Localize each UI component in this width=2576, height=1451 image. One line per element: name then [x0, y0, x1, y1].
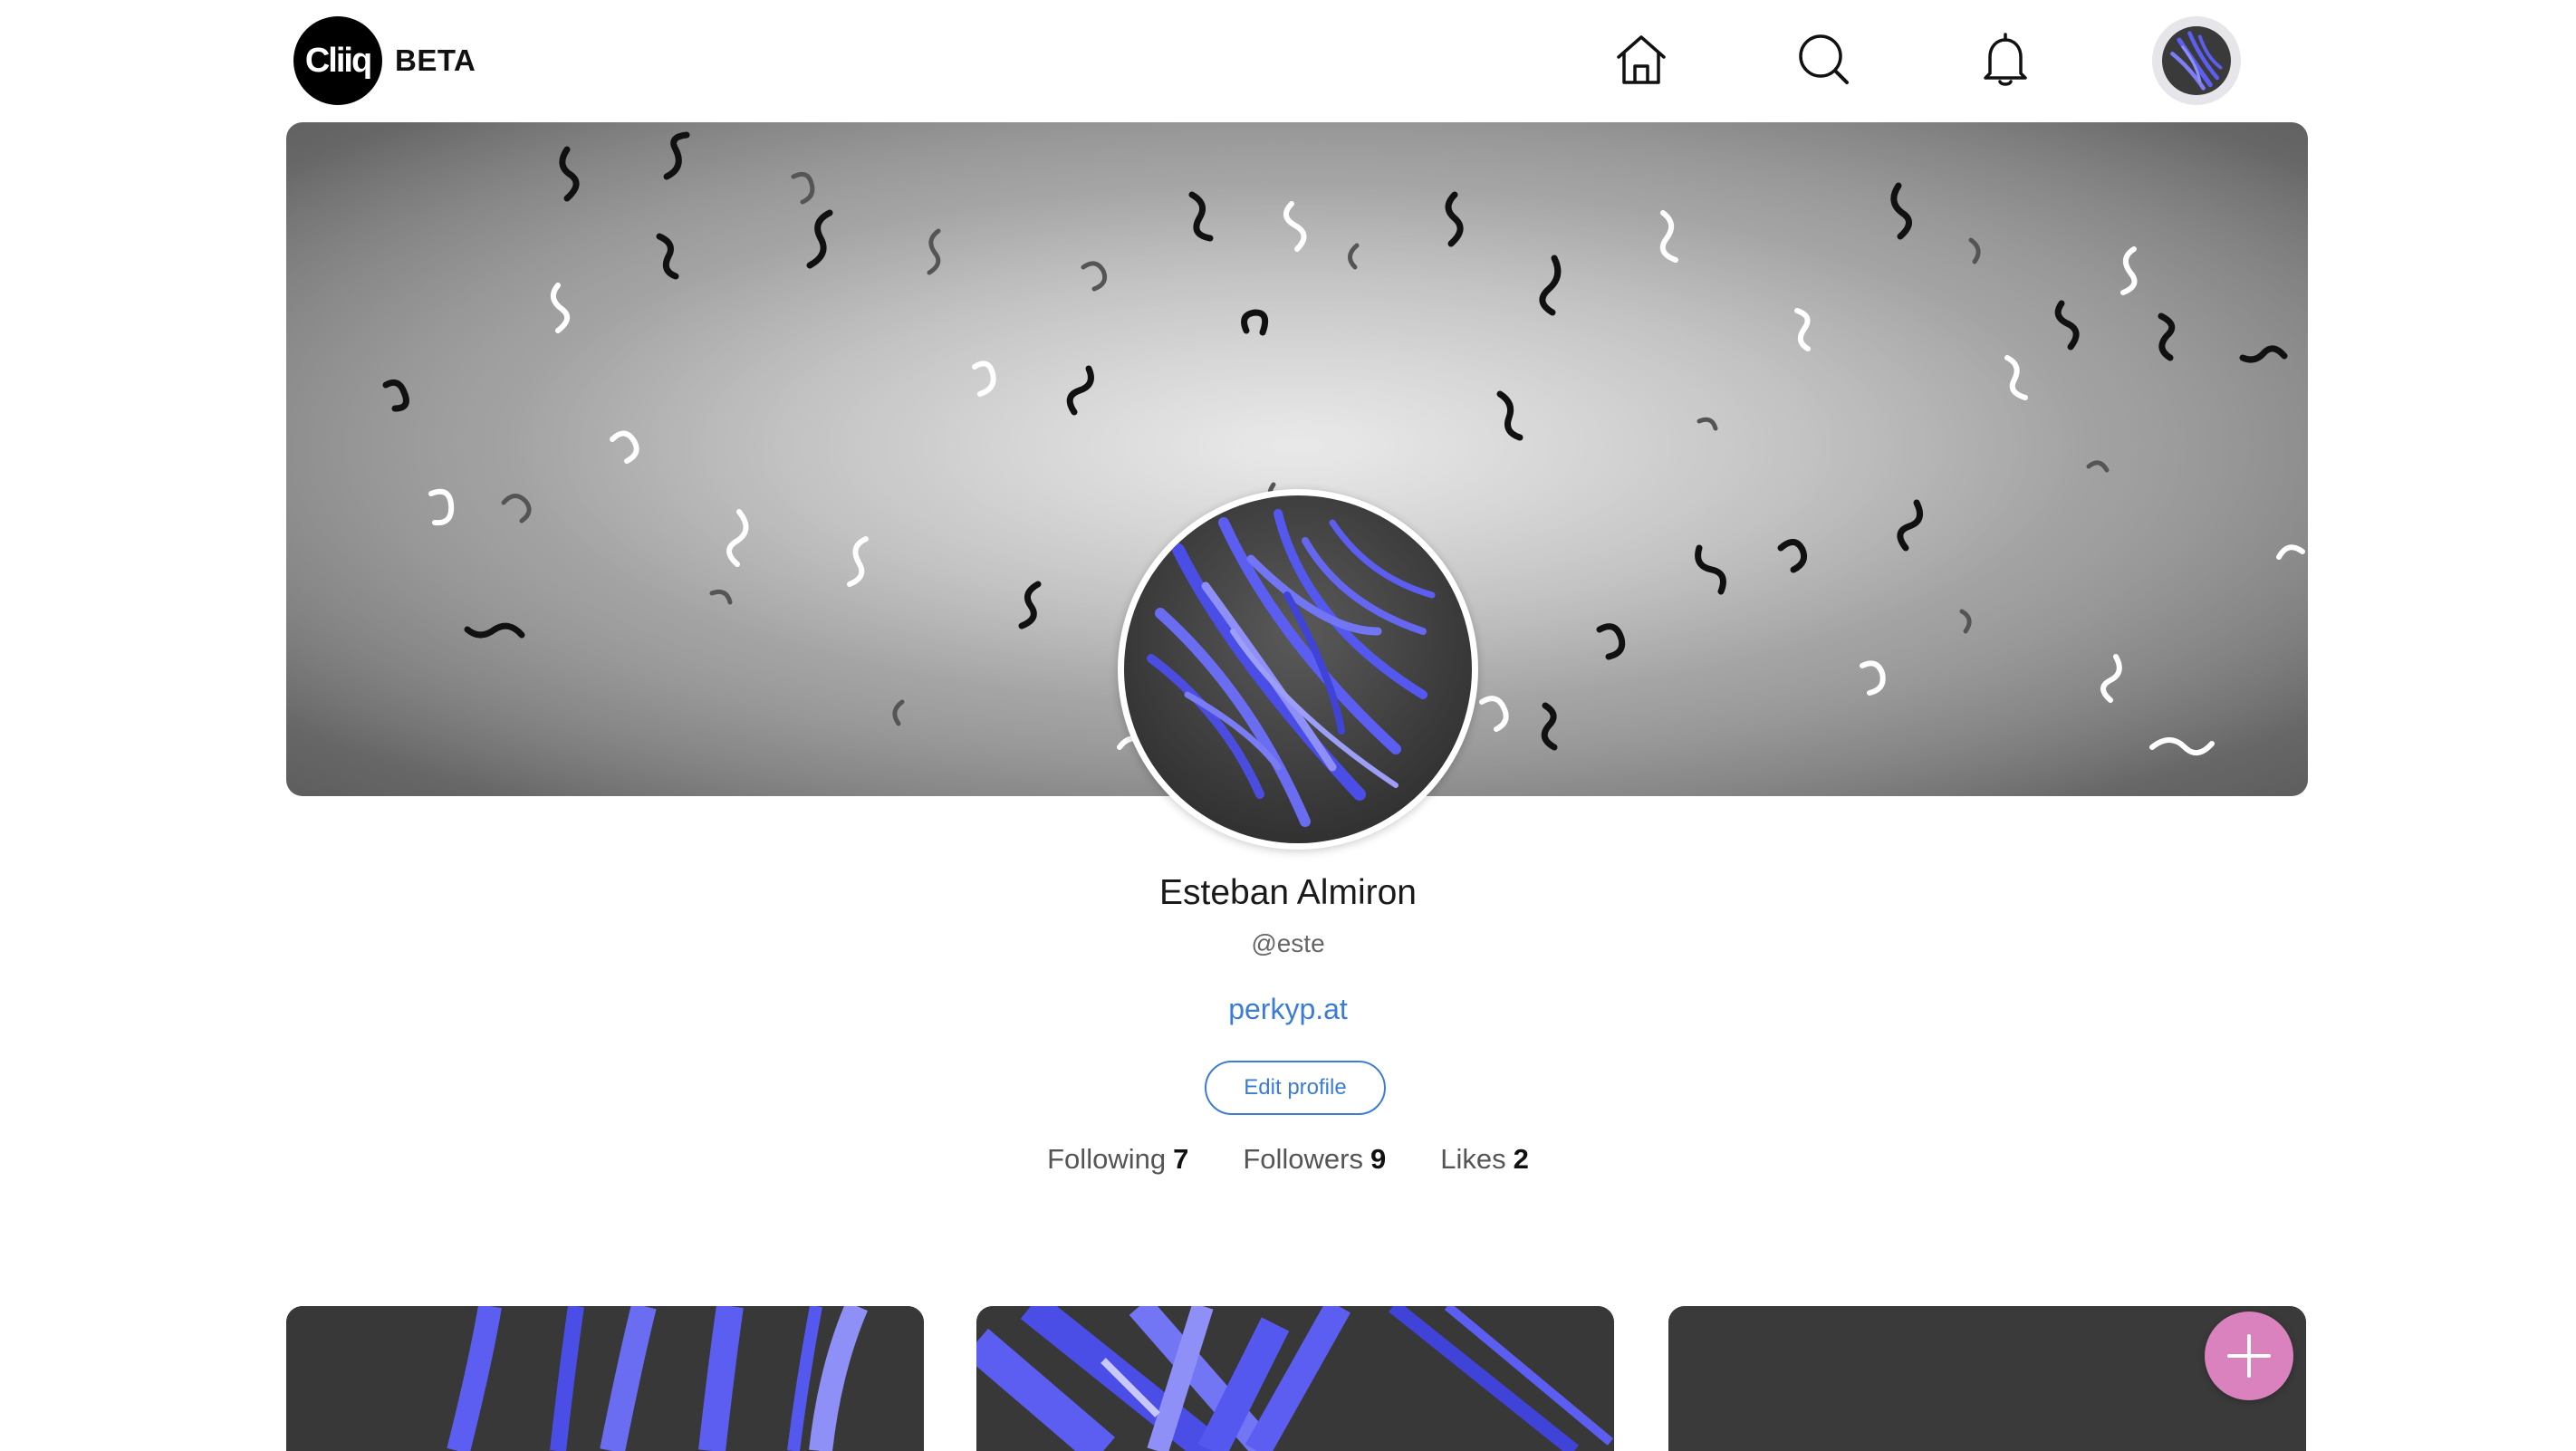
- following-count: 7: [1173, 1143, 1189, 1175]
- post-card[interactable]: [976, 1306, 1614, 1451]
- logo-mark: Cliiq: [293, 16, 382, 105]
- app-logo[interactable]: Cliiq BETA: [293, 16, 476, 105]
- home-nav-button[interactable]: [1609, 27, 1674, 92]
- beta-badge: BETA: [395, 43, 476, 77]
- followers-stat[interactable]: Followers 9: [1243, 1143, 1386, 1176]
- following-stat[interactable]: Following 7: [1047, 1143, 1188, 1176]
- top-navigation-bar: Cliiq BETA: [0, 0, 2576, 121]
- profile-stats: Following 7 Followers 9 Likes 2: [0, 1143, 2576, 1176]
- post-thumbnail: [286, 1306, 924, 1451]
- profile-avatar-image: [1124, 495, 1472, 843]
- create-post-button[interactable]: [2205, 1312, 2293, 1400]
- search-icon: [1799, 34, 1849, 84]
- following-label: Following: [1047, 1143, 1167, 1175]
- notifications-nav-button[interactable]: [1973, 27, 2038, 92]
- edit-profile-button[interactable]: Edit profile: [1205, 1061, 1386, 1115]
- profile-display-name: Esteban Almiron: [1159, 873, 1417, 912]
- post-card[interactable]: [286, 1306, 924, 1451]
- user-avatar-menu-button[interactable]: [2152, 16, 2241, 105]
- likes-label: Likes: [1440, 1143, 1506, 1175]
- post-thumbnail: [976, 1306, 1614, 1451]
- plus-icon: [2227, 1334, 2271, 1378]
- likes-stat[interactable]: Likes 2: [1440, 1143, 1529, 1176]
- followers-label: Followers: [1243, 1143, 1363, 1175]
- likes-count: 2: [1513, 1143, 1529, 1175]
- bell-icon: [1984, 33, 2027, 86]
- profile-website-link[interactable]: perkyp.at: [0, 993, 2576, 1026]
- profile-avatar[interactable]: [1118, 489, 1478, 850]
- home-icon: [1617, 35, 1666, 84]
- user-avatar: [2162, 26, 2231, 95]
- search-nav-button[interactable]: [1792, 27, 1857, 92]
- followers-count: 9: [1370, 1143, 1387, 1175]
- profile-handle: @este: [1251, 929, 1325, 957]
